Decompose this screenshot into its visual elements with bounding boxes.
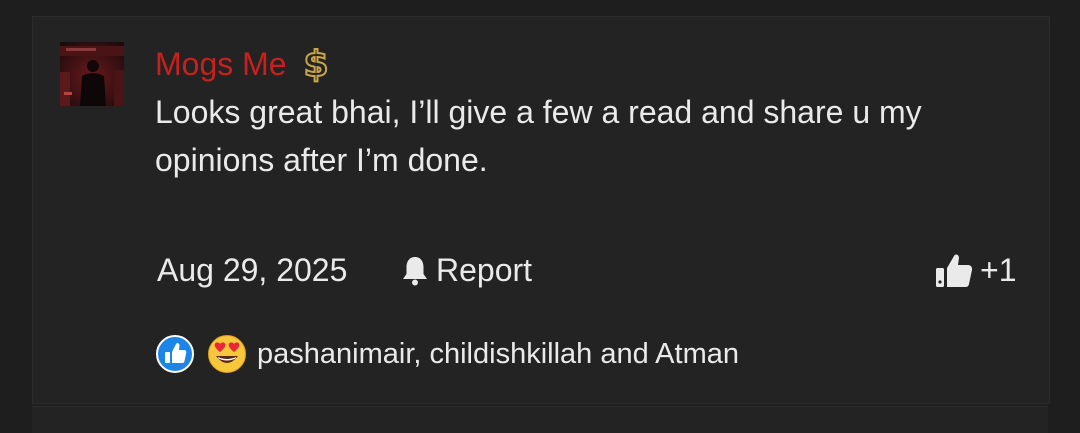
page: Mogs Me $ Looks great bhai, I’ll give a …: [0, 0, 1080, 433]
heart-eyes-reaction-icon: [208, 335, 246, 373]
post-message: Looks great bhai, I’ll give a few a read…: [155, 94, 922, 178]
report-label: Report: [436, 251, 533, 288]
avatar-image: [60, 42, 124, 106]
author-row: Mogs Me $: [155, 40, 331, 88]
avatar[interactable]: [60, 42, 124, 106]
react-button[interactable]: +1: [934, 249, 1016, 291]
reactors-names[interactable]: pashanimair, childishkillah and Atman: [257, 338, 739, 371]
reactions-summary[interactable]: pashanimair, childishkillah and Atman: [155, 333, 739, 375]
author-username[interactable]: Mogs Me: [155, 40, 287, 88]
bell-icon: [403, 257, 427, 286]
thumbs-up-icon: [936, 254, 973, 287]
next-post-card: [32, 406, 1048, 433]
like-reaction-icon: [156, 335, 194, 373]
post-date[interactable]: Aug 29, 2025: [157, 249, 347, 291]
svg-text:$: $: [303, 44, 328, 85]
report-button[interactable]: Report: [400, 249, 532, 291]
dollar-sign-icon: $: [302, 43, 329, 85]
reaction-count: +1: [980, 251, 1017, 288]
